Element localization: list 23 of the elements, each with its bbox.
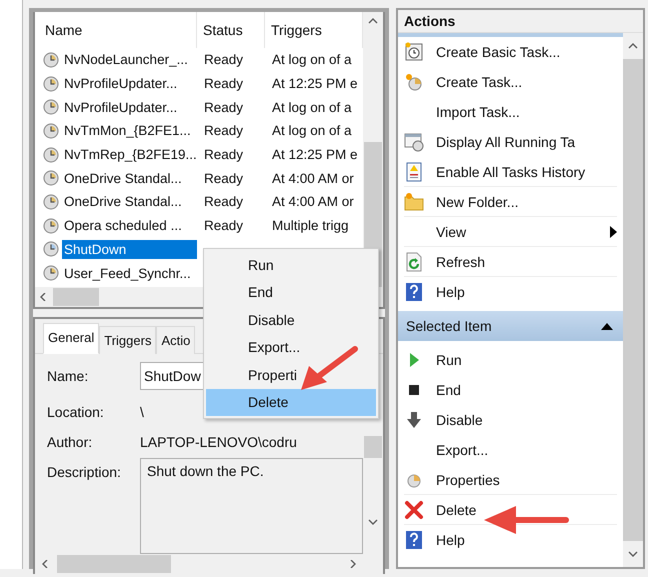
field-label: Name:: [47, 367, 90, 386]
task-trigger: At 4:00 AM or: [271, 194, 355, 210]
field-label: Author:: [47, 433, 94, 450]
actions-title: Actions: [398, 10, 643, 33]
field-value: LAPTOP-LENOVO\codru: [140, 433, 297, 450]
task-status: Ready: [203, 52, 244, 68]
field-label: Description:: [47, 463, 122, 482]
task-status: Ready: [203, 147, 244, 162]
task-status: Ready: [203, 218, 244, 234]
task-trigger: At log on of a: [271, 123, 353, 138]
task-trigger: At 12:25 PM e: [271, 147, 359, 162]
task-status: Ready: [203, 123, 244, 138]
task-status: Ready: [203, 170, 244, 186]
task-status: Ready: [203, 76, 244, 92]
field-label: Location:: [47, 403, 105, 420]
task-trigger: At log on of a: [271, 100, 353, 115]
task-status: Ready: [203, 100, 244, 115]
task-trigger: At 12:25 PM e: [271, 76, 359, 92]
task-status: Ready: [203, 194, 244, 210]
field-value: \: [140, 403, 144, 420]
task-trigger: Multiple trigg: [271, 218, 350, 234]
task-trigger: At log on of a: [271, 52, 353, 68]
task-trigger: At 4:00 AM or: [271, 170, 355, 186]
